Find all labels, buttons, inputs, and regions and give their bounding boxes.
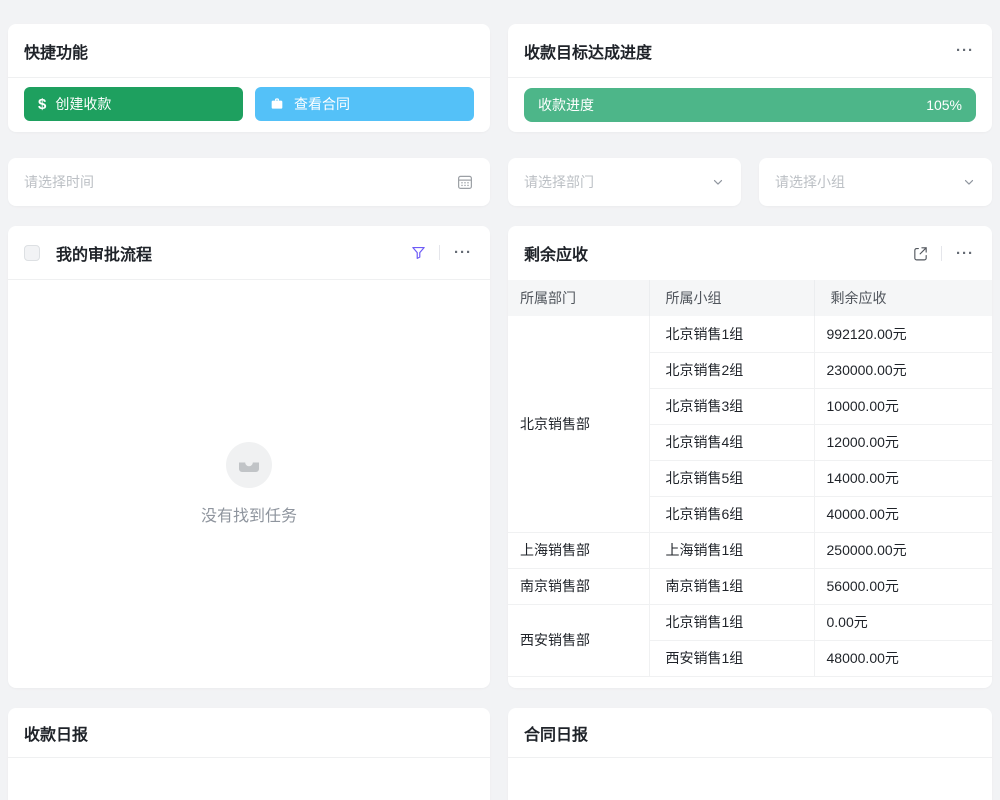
department-cell: 北京销售部 (508, 316, 649, 532)
amount-cell: 230000.00元 (814, 352, 992, 388)
progress-bar: 收款进度 105% (524, 88, 976, 122)
group-select[interactable]: 请选择小组 (759, 158, 992, 206)
contract-report-header: 合同日报 (508, 708, 992, 758)
time-picker-input[interactable]: 请选择时间 (8, 158, 490, 206)
table-header-row: 所属部门 所属小组 剩余应收 (508, 280, 992, 316)
progress-card: 收款目标达成进度 ··· 收款进度 105% (508, 24, 992, 132)
payment-report-header: 收款日报 (8, 708, 490, 758)
amount-cell: 40000.00元 (814, 496, 992, 532)
header-divider (941, 246, 942, 261)
group-cell: 北京销售5组 (649, 460, 814, 496)
group-cell: 西安销售1组 (649, 640, 814, 676)
progress-label: 收款进度 (538, 95, 594, 115)
amount-cell: 48000.00元 (814, 640, 992, 676)
group-cell: 南京销售1组 (649, 568, 814, 604)
group-cell: 北京销售2组 (649, 352, 814, 388)
amount-cell: 10000.00元 (814, 388, 992, 424)
approval-card: 我的审批流程 ··· 没有找到任务 (8, 226, 490, 688)
group-cell: 北京销售3组 (649, 388, 814, 424)
receivables-card: 剩余应收 ··· 所属部门 所属小组 剩余应收 (508, 226, 992, 688)
progress-body: 收款进度 105% (508, 78, 992, 122)
department-select-placeholder: 请选择部门 (524, 172, 711, 192)
quick-actions-card: 快捷功能 $ 创建收款 查看合同 (8, 24, 490, 132)
receivables-table-body: 北京销售部北京销售1组992120.00元北京销售2组230000.00元北京销… (508, 316, 992, 676)
contract-report-card: 合同日报 (508, 708, 992, 800)
receivables-header: 剩余应收 ··· (508, 226, 992, 280)
group-cell: 北京销售1组 (649, 604, 814, 640)
create-payment-label: 创建收款 (55, 94, 111, 114)
amount-cell: 250000.00元 (814, 532, 992, 568)
external-link-icon[interactable] (912, 245, 929, 262)
group-cell: 上海销售1组 (649, 532, 814, 568)
department-cell: 上海销售部 (508, 532, 649, 568)
amount-cell: 0.00元 (814, 604, 992, 640)
department-select[interactable]: 请选择部门 (508, 158, 741, 206)
quick-actions-header: 快捷功能 (8, 24, 490, 78)
chevron-down-icon (962, 175, 976, 189)
amount-cell: 992120.00元 (814, 316, 992, 352)
calendar-icon (456, 173, 474, 191)
group-cell: 北京销售4组 (649, 424, 814, 460)
column-header-group: 所属小组 (649, 280, 814, 316)
ellipsis-menu-icon[interactable]: ··· (954, 244, 976, 263)
time-picker-placeholder: 请选择时间 (24, 172, 456, 192)
filter-selects: 请选择部门 请选择小组 (508, 158, 992, 206)
view-contract-label: 查看合同 (294, 94, 350, 114)
amount-cell: 12000.00元 (814, 424, 992, 460)
table-row: 南京销售部南京销售1组56000.00元 (508, 568, 992, 604)
empty-circle (226, 442, 272, 488)
briefcase-icon (269, 96, 285, 112)
department-cell: 南京销售部 (508, 568, 649, 604)
chevron-down-icon (711, 175, 725, 189)
table-row: 北京销售部北京销售1组992120.00元 (508, 316, 992, 352)
payment-report-card: 收款日报 (8, 708, 490, 800)
quick-actions-body: $ 创建收款 查看合同 (8, 78, 490, 121)
card-title: 合同日报 (524, 721, 588, 745)
empty-state-text: 没有找到任务 (201, 502, 297, 526)
group-cell: 北京销售1组 (649, 316, 814, 352)
group-select-placeholder: 请选择小组 (775, 172, 962, 192)
dollar-icon: $ (38, 96, 46, 113)
receivables-table: 所属部门 所属小组 剩余应收 北京销售部北京销售1组992120.00元北京销售… (508, 280, 992, 677)
department-cell: 西安销售部 (508, 604, 649, 676)
amount-cell: 14000.00元 (814, 460, 992, 496)
progress-header: 收款目标达成进度 ··· (508, 24, 992, 78)
group-cell: 北京销售6组 (649, 496, 814, 532)
create-payment-button[interactable]: $ 创建收款 (24, 87, 243, 121)
approval-header: 我的审批流程 ··· (8, 226, 490, 280)
column-header-amount: 剩余应收 (814, 280, 992, 316)
dashboard-page: 快捷功能 $ 创建收款 查看合同 收款目标达成进度 ··· (0, 0, 1000, 800)
ellipsis-menu-icon[interactable]: ··· (954, 41, 976, 60)
progress-value: 105% (926, 97, 962, 113)
approval-empty-state: 没有找到任务 (8, 280, 490, 687)
table-row: 上海销售部上海销售1组250000.00元 (508, 532, 992, 568)
ellipsis-menu-icon[interactable]: ··· (452, 243, 474, 262)
column-header-department: 所属部门 (508, 280, 649, 316)
card-title: 收款日报 (24, 721, 88, 745)
card-title: 我的审批流程 (56, 241, 152, 265)
view-contract-button[interactable]: 查看合同 (255, 87, 474, 121)
amount-cell: 56000.00元 (814, 568, 992, 604)
table-row: 西安销售部北京销售1组0.00元 (508, 604, 992, 640)
card-title: 快捷功能 (24, 39, 88, 63)
inbox-icon (236, 452, 262, 478)
card-title: 剩余应收 (524, 241, 588, 265)
header-divider (439, 245, 440, 260)
card-title: 收款目标达成进度 (524, 39, 652, 63)
select-all-checkbox[interactable] (24, 245, 40, 261)
funnel-filter-icon[interactable] (410, 244, 427, 261)
